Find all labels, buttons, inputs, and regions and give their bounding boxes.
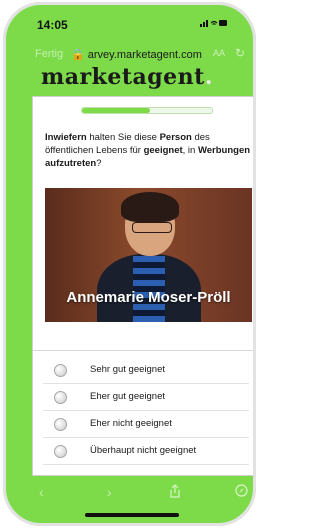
question-text: Inwiefern halten Sie diese Person des öf… [45, 131, 251, 170]
divider [33, 350, 256, 351]
home-indicator [85, 513, 179, 517]
photo-glasses [132, 222, 172, 233]
photo-hair [121, 192, 179, 222]
question-part: Inwiefern [45, 132, 87, 143]
brand-logo: marketagent. [41, 64, 213, 90]
option-label: Überhaupt nicht geeignet [90, 445, 197, 456]
signal-wifi-battery-icon [200, 18, 228, 30]
radio-button[interactable] [54, 364, 67, 377]
person-photo: Annemarie Moser-Pröll [45, 188, 252, 322]
question-part: Person [159, 132, 192, 143]
progress-bar [81, 107, 213, 114]
option-label: Eher gut geeignet [90, 391, 166, 402]
photo-caption: Annemarie Moser-Pröll [66, 289, 231, 306]
question-part: geeignet [143, 145, 183, 156]
notch [79, 10, 179, 32]
phone-screen: 14:05 Fertig 🔒 arvey.marketagent.com AA … [3, 2, 256, 526]
done-button[interactable]: Fertig [35, 48, 63, 60]
radio-button[interactable] [54, 391, 67, 404]
forward-icon[interactable]: › [107, 484, 112, 500]
brand-dot: . [204, 64, 213, 90]
progress-fill [82, 108, 150, 113]
answer-option[interactable]: Eher gut geeignet [43, 384, 249, 411]
answer-option[interactable]: Eher nicht geeignet [43, 411, 249, 438]
question-part: halten Sie diese [86, 132, 160, 143]
question-part: , in [182, 145, 198, 156]
radio-button[interactable] [54, 445, 67, 458]
brand-name: marketagent [41, 64, 205, 90]
back-icon[interactable]: ‹ [39, 484, 44, 500]
text-size-button[interactable]: AA [213, 48, 225, 58]
question-part: ? [96, 158, 102, 169]
option-label: Eher nicht geeignet [90, 418, 172, 429]
radio-button[interactable] [54, 418, 67, 431]
answer-option[interactable]: Sehr gut geeignet [43, 357, 249, 384]
answer-option[interactable]: Überhaupt nicht geeignet [43, 438, 249, 465]
survey-card: Inwiefern halten Sie diese Person des öf… [32, 96, 256, 476]
status-time: 14:05 [37, 18, 68, 32]
share-icon[interactable] [169, 484, 181, 501]
compass-icon[interactable] [235, 484, 248, 500]
url-field[interactable]: 🔒 arvey.marketagent.com [71, 48, 202, 61]
reload-icon[interactable]: ↻ [235, 46, 245, 60]
option-label: Sehr gut geeignet [90, 364, 166, 375]
status-bar: 14:05 [3, 2, 256, 42]
